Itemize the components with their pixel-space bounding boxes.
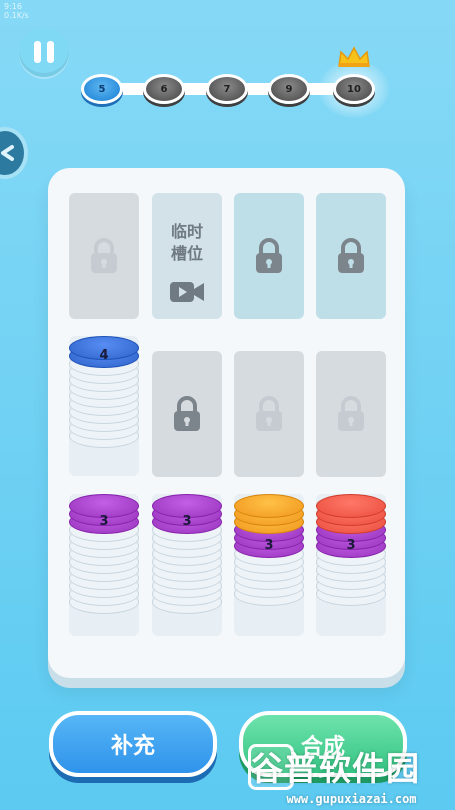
level-node-locked: 6 xyxy=(143,74,185,104)
level-number: 9 xyxy=(285,83,293,95)
watermark-logo: 谷普软件园 www.gupuxiazai.com xyxy=(248,724,455,810)
lock-icon xyxy=(174,396,200,431)
locked-slot[interactable] xyxy=(152,351,222,477)
pause-icon xyxy=(34,41,54,63)
lock-icon xyxy=(256,238,282,273)
status-line-2: 0.1K/s xyxy=(4,11,29,20)
level-node-boss: 10 xyxy=(319,60,389,118)
level-node-locked: 9 xyxy=(268,74,310,104)
level-number: 10 xyxy=(347,83,361,95)
crown-icon xyxy=(338,46,370,67)
chip-stack-4[interactable]: 3 xyxy=(234,494,304,636)
stack-count-label: 4 xyxy=(99,348,109,363)
video-ad-icon xyxy=(170,282,204,302)
back-arrow-icon xyxy=(1,145,14,161)
side-menu-button[interactable] xyxy=(0,127,28,179)
stack-count-label: 3 xyxy=(346,538,356,553)
lock-icon xyxy=(256,396,282,431)
locked-slot[interactable] xyxy=(316,351,386,477)
level-number: 6 xyxy=(160,83,168,95)
game-board: 临时 槽位 4 3 3 3 3 xyxy=(48,168,405,678)
level-number: 7 xyxy=(223,83,231,95)
lock-icon xyxy=(338,238,364,273)
lock-icon xyxy=(338,396,364,431)
level-number: 5 xyxy=(98,83,106,95)
colored-chip xyxy=(316,494,386,518)
temp-slot[interactable]: 临时 槽位 xyxy=(152,193,222,319)
status-line-1: 9:16 xyxy=(4,2,22,11)
status-text: 9:16 0.1K/s xyxy=(4,2,29,20)
chip-stack-3[interactable]: 3 xyxy=(152,494,222,636)
pause-button[interactable] xyxy=(19,27,69,77)
level-node-locked: 7 xyxy=(206,74,248,104)
temp-slot-label: 临时 槽位 xyxy=(152,221,222,265)
refill-button[interactable]: 补充 xyxy=(49,711,217,777)
chip-stack-1[interactable]: 4 xyxy=(69,336,139,476)
locked-slot[interactable] xyxy=(234,193,304,319)
locked-slot[interactable] xyxy=(234,351,304,477)
temp-slot-line-1: 临时 xyxy=(170,222,203,241)
watermark-title: 谷普软件园 xyxy=(250,749,420,788)
lock-icon xyxy=(91,238,117,273)
locked-slot[interactable] xyxy=(69,193,139,319)
colored-chip xyxy=(234,494,304,518)
temp-slot-line-2: 槽位 xyxy=(170,244,203,263)
stack-count-label: 3 xyxy=(264,538,274,553)
stack-count-label: 3 xyxy=(182,514,192,529)
chip-stack-2[interactable]: 3 xyxy=(69,494,139,636)
locked-slot[interactable] xyxy=(316,193,386,319)
watermark-url: www.gupuxiazai.com xyxy=(286,792,417,806)
stack-count-label: 3 xyxy=(99,514,109,529)
chip-stack-5[interactable]: 3 xyxy=(316,494,386,636)
level-node-current: 5 xyxy=(81,74,123,104)
